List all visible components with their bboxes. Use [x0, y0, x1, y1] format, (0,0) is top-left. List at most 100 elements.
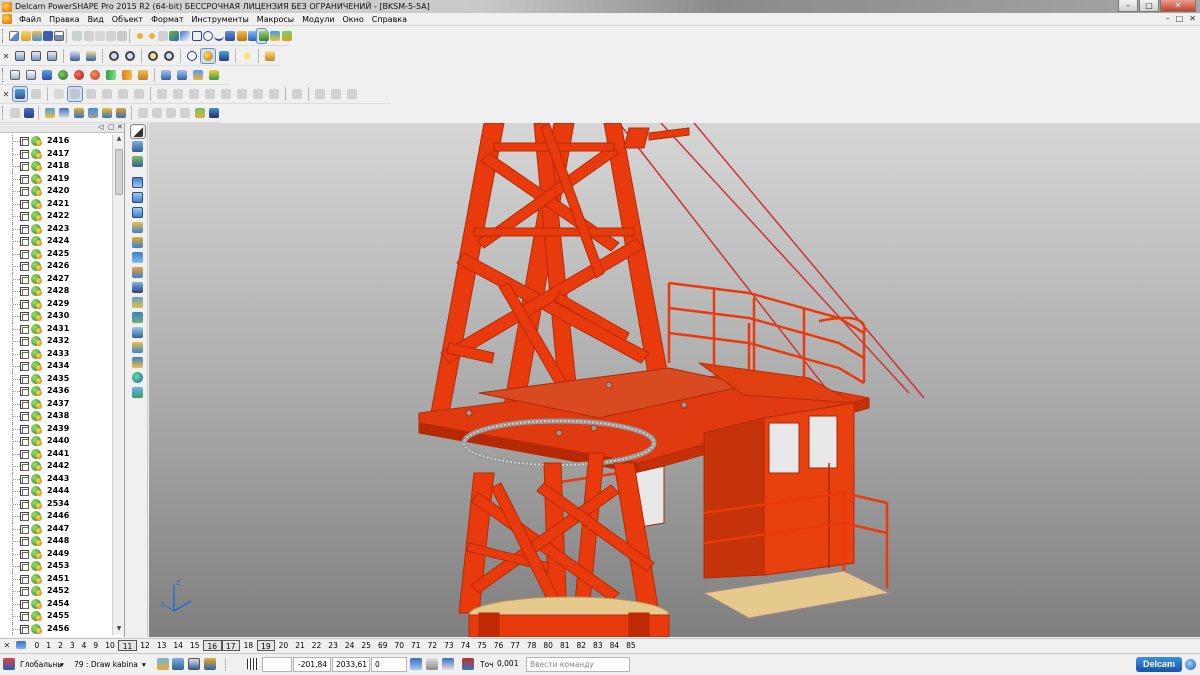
solid-status-icon[interactable]	[31, 461, 42, 471]
menu-view[interactable]: Вид	[84, 13, 108, 26]
tree-item[interactable]: 2435	[0, 372, 112, 385]
layer-button[interactable]: 15	[186, 640, 203, 651]
extrude-icon[interactable]	[67, 86, 83, 102]
layer-button[interactable]: 84	[606, 640, 623, 651]
open-folder-icon[interactable]	[19, 29, 31, 43]
layer-button[interactable]: 3	[66, 640, 78, 651]
tree-item[interactable]: 2443	[0, 472, 112, 485]
light-icon[interactable]	[240, 49, 254, 63]
zoom-all-icon[interactable]	[146, 49, 160, 63]
solid-status-icon[interactable]	[31, 198, 42, 209]
model-component-icon[interactable]	[20, 474, 29, 484]
split-icon[interactable]	[290, 87, 304, 101]
boolean-subtract-icon[interactable]	[171, 87, 185, 101]
model-component-icon[interactable]	[20, 562, 29, 571]
zoom-out-icon[interactable]	[123, 49, 137, 63]
model-component-icon[interactable]	[20, 337, 29, 346]
model-component-icon[interactable]	[20, 424, 29, 434]
snap-point-icon[interactable]	[172, 658, 184, 670]
tree-item[interactable]: 2428	[0, 285, 112, 298]
solid-status-icon[interactable]	[31, 273, 42, 284]
tree-item[interactable]: 2423	[0, 222, 112, 235]
tools-icon[interactable]	[280, 29, 292, 43]
layer-button[interactable]: 24	[341, 640, 358, 651]
model-component-icon[interactable]	[20, 299, 29, 309]
z-coordinate[interactable]: 0	[371, 657, 407, 672]
grid-icon[interactable]	[247, 658, 259, 670]
tree-item[interactable]: 2444	[0, 485, 112, 498]
boolean-intersect-icon[interactable]	[187, 87, 201, 101]
y-coordinate[interactable]: 2033,61	[332, 657, 370, 672]
animate-icon[interactable]	[120, 68, 134, 82]
relative-icon[interactable]	[442, 658, 454, 670]
layer-button[interactable]: 0	[31, 640, 43, 651]
model-component-icon[interactable]	[20, 574, 29, 584]
tree-item[interactable]: 2427	[0, 272, 112, 285]
toolbar-grip[interactable]	[2, 29, 4, 43]
tolerance-icon[interactable]	[462, 658, 474, 670]
solid-status-icon[interactable]	[31, 573, 42, 584]
layer-button[interactable]: 69	[374, 640, 391, 651]
layer-button[interactable]: 20	[275, 640, 292, 651]
model-component-icon[interactable]	[20, 174, 29, 184]
tree-item[interactable]: 2439	[0, 422, 112, 435]
solid-status-icon[interactable]	[31, 261, 42, 271]
solid-status-icon[interactable]	[31, 286, 42, 296]
tree-item[interactable]: 2433	[0, 347, 112, 360]
layer-button[interactable]: 22	[308, 640, 325, 651]
solid-status-icon[interactable]	[31, 436, 42, 446]
ungroup-icon[interactable]	[131, 326, 145, 339]
level-dropdown-icon[interactable]: ▾	[142, 658, 146, 671]
snap-grid-icon[interactable]	[188, 658, 200, 670]
layer-button[interactable]: 75	[474, 640, 491, 651]
layer-icon[interactable]	[40, 68, 54, 82]
xy-icon[interactable]	[22, 106, 34, 120]
toolbar-grip[interactable]	[2, 68, 5, 82]
pointer-icon[interactable]	[130, 124, 146, 139]
menu-object[interactable]: Объект	[108, 13, 147, 26]
menu-file[interactable]: Файл	[15, 13, 45, 26]
redo-icon[interactable]	[145, 29, 157, 43]
revolve-icon[interactable]	[84, 87, 98, 101]
model-component-icon[interactable]	[20, 412, 29, 421]
revolved-surface-icon[interactable]	[164, 106, 176, 120]
absolute-icon[interactable]	[426, 658, 438, 670]
tree-item[interactable]: 2447	[0, 522, 112, 535]
select-icon[interactable]	[156, 29, 168, 43]
layer-button[interactable]: 83	[590, 640, 607, 651]
layer-button[interactable]: 76	[490, 640, 507, 651]
maximize-button[interactable]: □	[1139, 0, 1159, 12]
tree-item[interactable]: 2420	[0, 185, 112, 198]
toolbar-grip[interactable]	[2, 106, 5, 120]
model-component-icon[interactable]	[20, 162, 29, 171]
plane-surface-icon[interactable]	[43, 106, 56, 120]
cylinder-surface-icon[interactable]	[86, 106, 98, 120]
solid-status-icon[interactable]	[31, 323, 42, 334]
solid-icon[interactable]	[256, 28, 270, 44]
model-component-icon[interactable]	[20, 324, 29, 334]
chamfer-icon[interactable]	[235, 87, 249, 101]
loft-icon[interactable]	[116, 87, 130, 101]
layer-button[interactable]: 80	[540, 640, 557, 651]
save-icon[interactable]	[41, 29, 54, 43]
tree-item[interactable]: 2426	[0, 260, 112, 273]
tree-item[interactable]: 2425	[0, 247, 112, 260]
snap-icon[interactable]	[157, 658, 169, 670]
zoom-window-icon[interactable]	[162, 49, 176, 63]
model-component-icon[interactable]	[20, 312, 29, 321]
menu-window[interactable]: Окно	[339, 13, 368, 26]
feature-icon[interactable]	[136, 68, 150, 82]
sweep-icon[interactable]	[100, 87, 114, 101]
toolbar-close-icon[interactable]: ✕	[2, 90, 10, 99]
mdi-restore-button[interactable]: □	[1176, 14, 1184, 23]
solid-status-icon[interactable]	[31, 336, 42, 346]
tree-item[interactable]: 2434	[0, 360, 112, 373]
snap-object-icon[interactable]	[204, 658, 216, 670]
text-icon[interactable]	[223, 29, 236, 43]
model-component-icon[interactable]	[20, 537, 29, 546]
tree-item[interactable]: 2418	[0, 160, 112, 173]
delete-icon[interactable]	[115, 29, 128, 43]
analyse-icon[interactable]	[131, 386, 145, 399]
layer-button[interactable]: 71	[408, 640, 425, 651]
tree-item[interactable]: 2448	[0, 535, 112, 548]
